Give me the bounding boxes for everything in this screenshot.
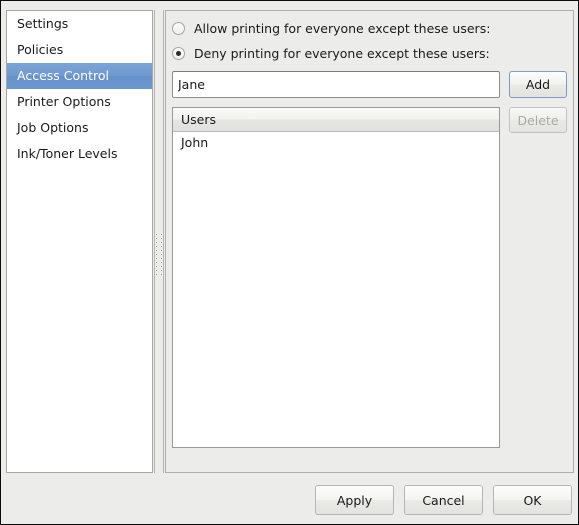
sidebar-item-access-control[interactable]: Access Control [7,63,152,89]
ok-button[interactable]: OK [493,485,572,515]
main-paned: Settings Policies Access Control Printer… [6,7,574,473]
printer-properties-window: Settings Policies Access Control Printer… [0,0,579,525]
ok-button-label: OK [523,492,542,508]
delete-button-label: Delete [517,112,559,128]
pane-splitter[interactable] [153,10,165,473]
add-user-button[interactable]: Add [509,71,567,98]
radio-deny-label: Deny printing for everyone except these … [194,45,490,61]
add-button-label: Add [525,77,551,92]
radio-deny-icon[interactable] [172,46,185,60]
access-control-panel: Allow printing for everyone except these… [165,10,574,473]
users-list-row: Users John Delete [172,107,567,448]
radio-allow-label: Allow printing for everyone except these… [194,20,491,36]
radio-allow-printing[interactable]: Allow printing for everyone except these… [172,17,567,39]
apply-button-label: Apply [336,492,373,508]
cancel-button-label: Cancel [422,492,465,508]
splitter-grip-icon[interactable] [156,234,163,278]
apply-button[interactable]: Apply [315,485,394,515]
radio-deny-printing[interactable]: Deny printing for everyone except these … [172,42,567,64]
splitter-edge-left [154,10,155,473]
add-user-row: Add [172,71,567,98]
splitter-edge-right [163,10,164,473]
sidebar-item-job-options[interactable]: Job Options [7,115,152,141]
list-item[interactable]: John [173,132,499,154]
sidebar: Settings Policies Access Control Printer… [6,10,153,473]
sidebar-item-settings[interactable]: Settings [7,11,152,37]
users-column-header[interactable]: Users [173,108,499,132]
sidebar-item-ink-toner-levels[interactable]: Ink/Toner Levels [7,141,152,167]
dialog-action-bar: Apply Cancel OK [1,485,572,515]
sidebar-item-policies[interactable]: Policies [7,37,152,63]
sidebar-item-printer-options[interactable]: Printer Options [7,89,152,115]
delete-user-button: Delete [509,107,567,133]
user-name-input[interactable] [172,71,500,98]
cancel-button[interactable]: Cancel [404,485,483,515]
radio-allow-icon[interactable] [172,21,185,35]
access-control-content: Allow printing for everyone except these… [172,17,567,466]
users-list[interactable]: Users John [172,107,500,448]
